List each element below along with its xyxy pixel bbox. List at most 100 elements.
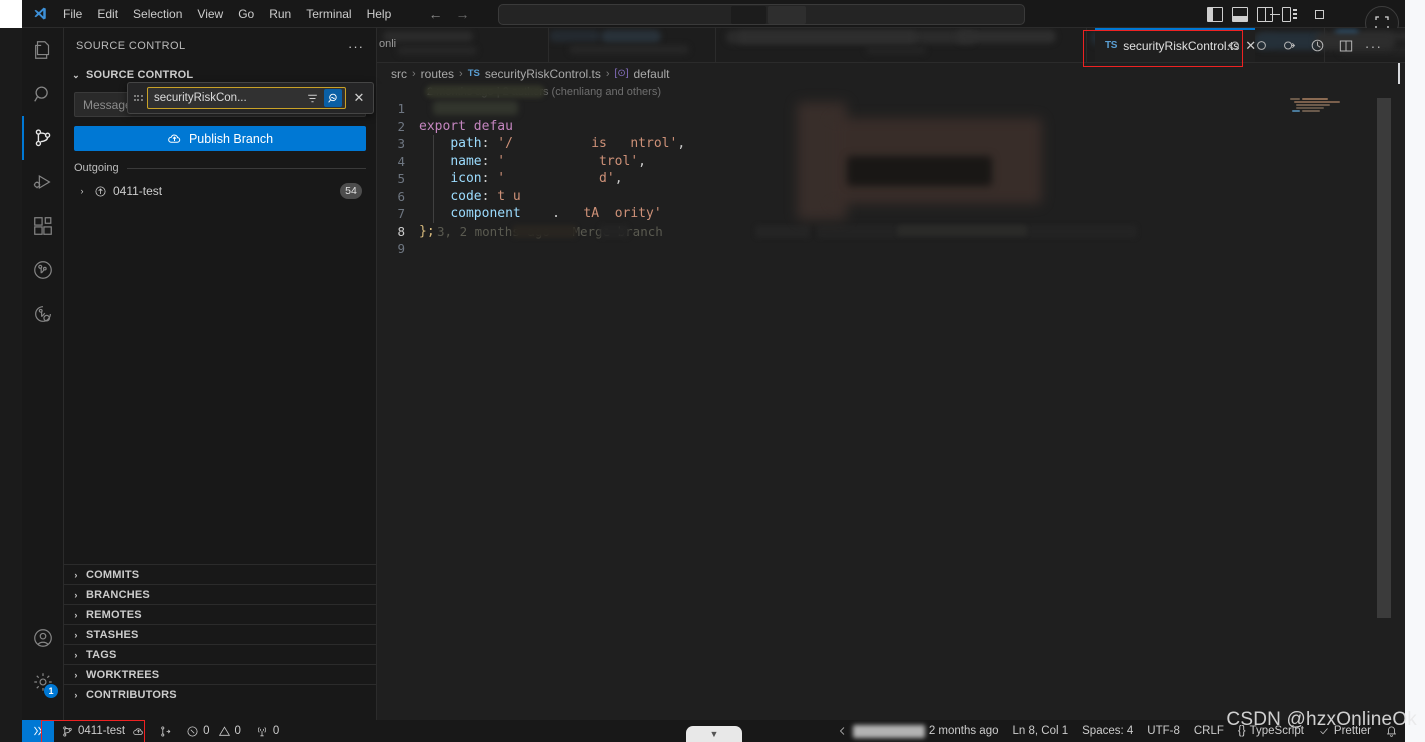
section-contributors[interactable]: › CONTRIBUTORS [64, 684, 377, 704]
toggle-primary-sidebar-icon[interactable] [1207, 6, 1223, 22]
redacted-tab-text: onli [379, 38, 397, 50]
menu-item-selection[interactable]: Selection [126, 4, 189, 24]
status-blame-time: 2 months ago [928, 725, 999, 737]
chevron-down-icon: ⌄ [72, 69, 80, 80]
sidebar-item-gitlens-inspect[interactable] [22, 292, 64, 336]
menu-item-help[interactable]: Help [360, 4, 399, 24]
cloud-sync-icon[interactable] [132, 725, 145, 738]
line-text: icon: ' d', [450, 171, 623, 186]
publish-branch-button[interactable]: Publish Branch [74, 126, 366, 151]
sidebar-item-search[interactable] [22, 72, 64, 116]
scrollbar-thumb[interactable] [1377, 98, 1391, 618]
section-stashes[interactable]: › STASHES [64, 624, 377, 644]
breadcrumb-src[interactable]: src [391, 67, 407, 81]
redacted-tab[interactable]: onli [377, 28, 549, 62]
current-revision-icon[interactable] [1252, 36, 1271, 55]
code-line: 1 [377, 100, 1405, 118]
go-back-revision-icon[interactable] [1224, 36, 1243, 55]
window-right-edge [1405, 0, 1425, 742]
section-remotes[interactable]: › REMOTES [64, 604, 377, 624]
outgoing-branch-row[interactable]: › 0411-test 54 [64, 180, 376, 202]
code-content[interactable]: 1 2 export defau 3 path: '/ is ntrol', 4 [377, 100, 1405, 258]
status-notifications[interactable] [1378, 720, 1405, 742]
scm-filter-value: securityRiskCon... [154, 92, 247, 104]
status-ports[interactable]: 0 [248, 720, 286, 742]
menu-item-file[interactable]: File [56, 4, 89, 24]
go-forward-icon[interactable]: → [454, 6, 471, 23]
toggle-panel-icon[interactable] [1232, 6, 1248, 22]
settings-button[interactable]: 1 [22, 660, 64, 704]
section-branches[interactable]: › BRANCHES [64, 584, 377, 604]
status-branch[interactable]: 0411-test [54, 720, 152, 742]
status-cursor-position[interactable]: Ln 8, Col 1 [1006, 720, 1076, 742]
section-commits[interactable]: › COMMITS [64, 564, 377, 584]
remote-window-icon [34, 726, 43, 736]
symbol-icon: [⊙] [614, 68, 629, 79]
cloud-upload-icon [168, 134, 181, 143]
menu-item-edit[interactable]: Edit [90, 4, 125, 24]
section-label: REMOTES [86, 608, 142, 621]
redacted-block [731, 6, 766, 24]
breadcrumb-routes[interactable]: routes [421, 67, 454, 81]
status-warnings-count: 0 [234, 725, 241, 737]
chevron-right-icon: › [74, 649, 78, 660]
status-blame[interactable]: 2 months ago [830, 720, 1006, 742]
editor-scrollbar[interactable] [1377, 84, 1391, 720]
section-worktrees[interactable]: › WORKTREES [64, 664, 377, 684]
close-find-widget-icon[interactable]: ✕ [349, 90, 369, 106]
command-center[interactable] [498, 4, 1025, 25]
code-editor[interactable]: 2 months ago | 2 authors (chenliang and … [377, 84, 1405, 720]
maximize-button[interactable] [1297, 0, 1341, 28]
toggle-file-blame-icon[interactable] [1308, 36, 1327, 55]
section-tags[interactable]: › TAGS [64, 644, 377, 664]
go-back-icon[interactable]: ← [427, 6, 444, 23]
status-eol[interactable]: CRLF [1187, 720, 1231, 742]
notification-toggle-button[interactable]: ▼ [686, 726, 742, 742]
menu-bar: File Edit Selection View Go Run Terminal… [56, 4, 398, 24]
chevron-right-icon: › [605, 67, 610, 80]
line-number: 1 [397, 101, 405, 116]
breadcrumb-symbol[interactable]: default [633, 67, 669, 81]
scm-find-widget[interactable]: securityRiskCon... ✕ [127, 82, 374, 114]
breadcrumb-file[interactable]: securityRiskControl.ts [485, 67, 601, 81]
scm-filter-input[interactable]: securityRiskCon... [147, 87, 346, 109]
search-match-icon[interactable] [324, 89, 342, 107]
redacted-tab[interactable] [549, 28, 716, 62]
views-more-actions-icon[interactable]: ··· [348, 39, 364, 54]
menu-item-terminal[interactable]: Terminal [299, 4, 358, 24]
status-problems[interactable]: 0 0 [179, 720, 248, 742]
status-language-mode[interactable]: {} TypeScript [1231, 720, 1311, 742]
more-actions-icon[interactable]: ··· [1364, 36, 1383, 55]
vscode-window: File Edit Selection View Go Run Terminal… [0, 0, 1425, 742]
status-language-label: TypeScript [1249, 725, 1304, 737]
status-publish[interactable] [152, 720, 179, 742]
minimize-button[interactable] [1253, 0, 1297, 28]
sidebar-item-source-control[interactable] [22, 116, 64, 160]
accounts-button[interactable] [22, 616, 64, 660]
sidebar-item-extensions[interactable] [22, 204, 64, 248]
status-encoding[interactable]: UTF-8 [1140, 720, 1187, 742]
filter-icon[interactable] [303, 89, 321, 107]
redacted-tab-overlay [732, 28, 970, 62]
sidebar-title: SOURCE CONTROL [76, 40, 186, 52]
editor-minimap[interactable] [1276, 84, 1391, 720]
sidebar-item-explorer[interactable] [22, 28, 64, 72]
activity-bar: 1 [22, 28, 64, 720]
separator-line [126, 167, 366, 169]
status-formatter-label: Prettier [1333, 725, 1371, 737]
chevron-right-icon[interactable]: › [76, 186, 88, 196]
go-forward-revision-icon[interactable] [1280, 36, 1299, 55]
menu-item-go[interactable]: Go [231, 4, 261, 24]
brackets-icon: {} [1237, 725, 1246, 737]
status-indentation[interactable]: Spaces: 4 [1075, 720, 1140, 742]
drag-handle-icon[interactable] [132, 95, 144, 101]
status-formatter[interactable]: Prettier [1311, 720, 1378, 742]
split-editor-icon[interactable] [1336, 36, 1355, 55]
remote-window-button[interactable] [22, 720, 54, 742]
menu-item-view[interactable]: View [190, 4, 230, 24]
sidebar-item-gitlens[interactable] [22, 248, 64, 292]
redacted-block [433, 101, 518, 115]
menu-item-run[interactable]: Run [262, 4, 298, 24]
source-control-branch-icon [63, 725, 72, 737]
sidebar-item-run-and-debug[interactable] [22, 160, 64, 204]
